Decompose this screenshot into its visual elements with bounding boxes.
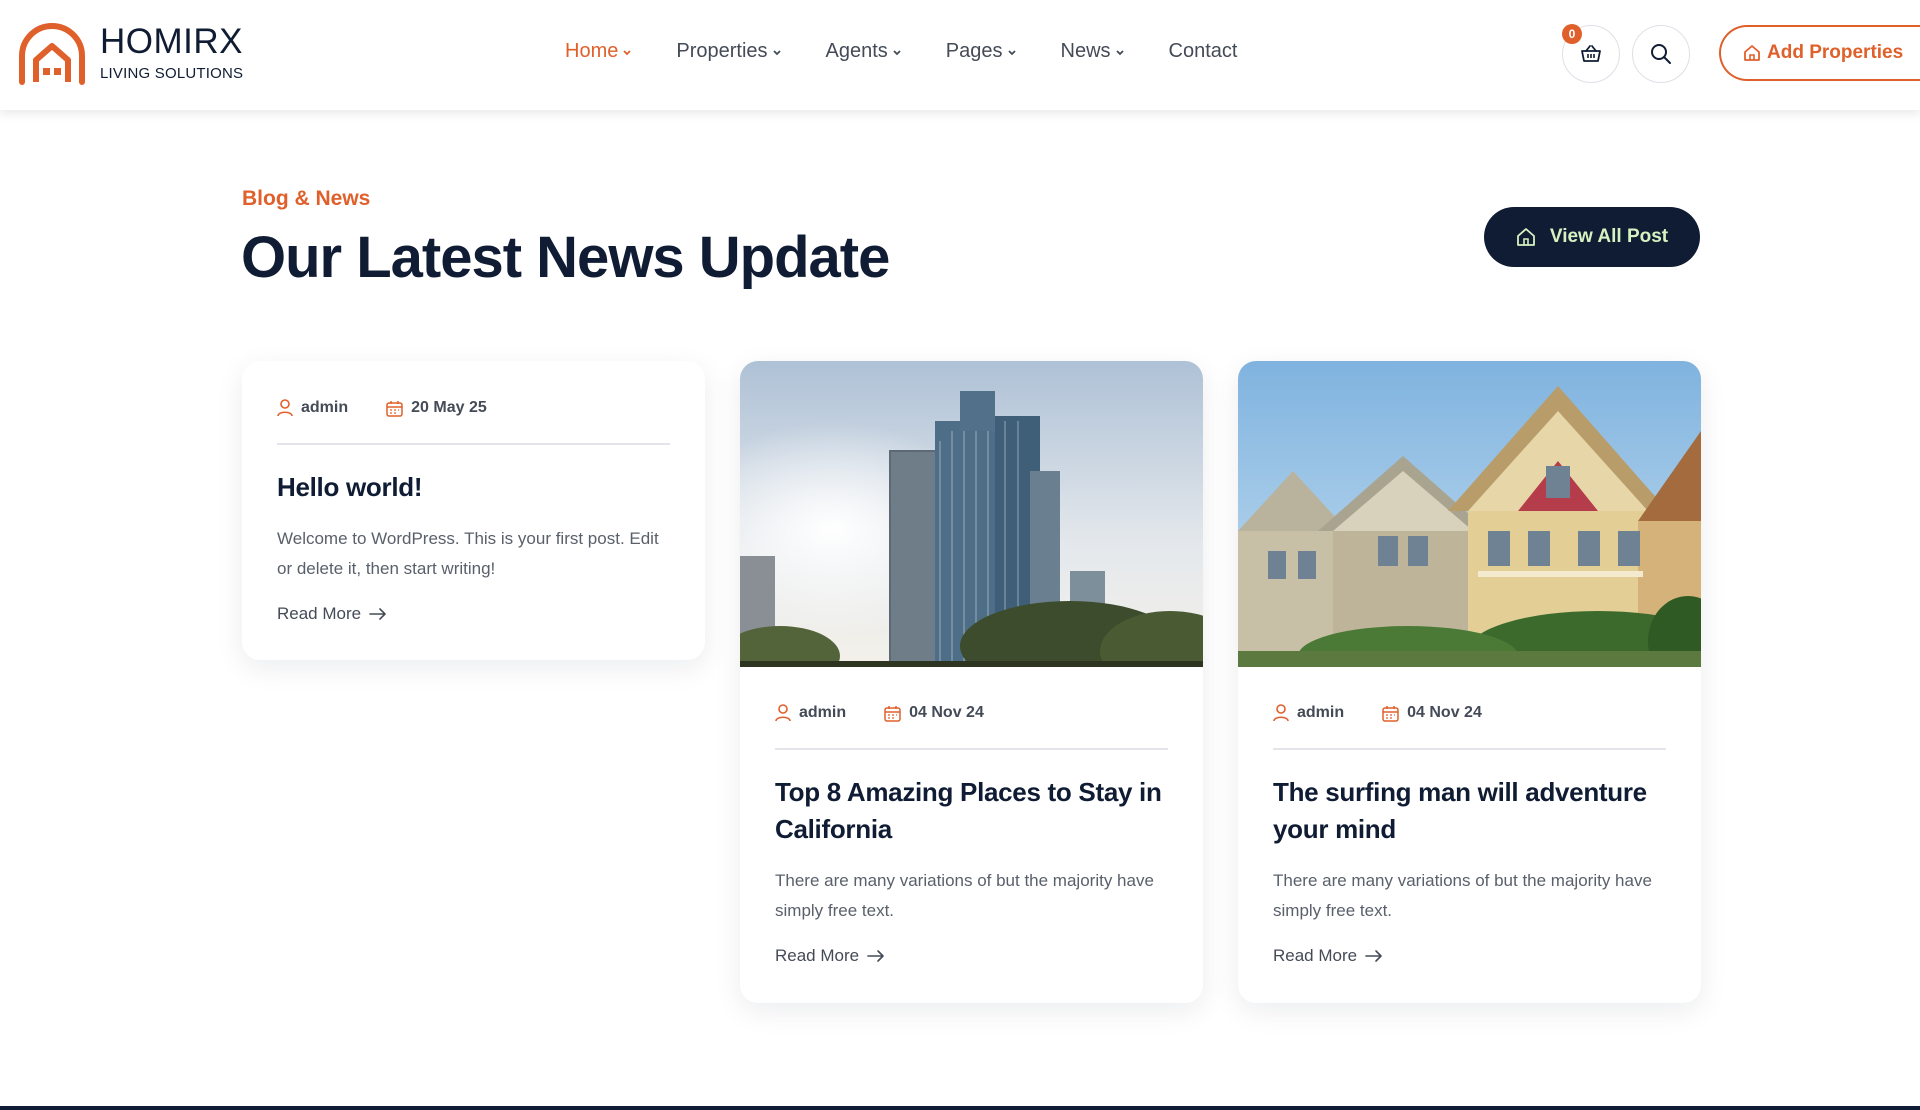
- nav-label: Home: [565, 40, 619, 62]
- card-body: admin 04 Nov 24 Top 8 Amazing Places to …: [775, 698, 1168, 966]
- view-all-post-button[interactable]: View All Post: [1484, 207, 1700, 267]
- nav-item-home[interactable]: Home: [565, 40, 632, 63]
- nav-item-news[interactable]: News: [1061, 40, 1125, 63]
- brand-tagline: LIVING SOLUTIONS: [100, 65, 244, 82]
- post-title[interactable]: The surfing man will adventure your mind: [1273, 774, 1666, 848]
- post-meta: admin 04 Nov 24: [1273, 698, 1666, 728]
- post-meta: admin 04 Nov 24: [775, 698, 1168, 728]
- read-more-link[interactable]: Read More: [277, 604, 670, 624]
- house-logo-icon: [19, 23, 85, 85]
- post-title[interactable]: Hello world!: [277, 469, 670, 506]
- card-divider: [775, 748, 1168, 750]
- city-skyscrapers-image[interactable]: [740, 361, 1203, 667]
- search-button[interactable]: [1632, 25, 1690, 83]
- site-header: HOMIRX LIVING SOLUTIONS Home Properties …: [0, 0, 1920, 110]
- card-divider: [1273, 748, 1666, 750]
- cart-button[interactable]: 0: [1562, 24, 1620, 83]
- chevron-down-icon: [772, 49, 781, 55]
- nav-label: News: [1060, 40, 1111, 62]
- post-meta: admin 20 May 25: [277, 393, 670, 423]
- read-more-label: Read More: [775, 946, 860, 965]
- chevron-down-icon: [893, 49, 901, 55]
- section-tag: Blog & News: [242, 187, 371, 210]
- calendar-icon: [1382, 705, 1399, 722]
- arrow-right-icon: [369, 608, 386, 620]
- author-name: admin: [799, 704, 847, 721]
- date-text: 20 May 25: [411, 399, 487, 416]
- chevron-down-icon: [1007, 49, 1016, 55]
- view-all-label: View All Post: [1549, 226, 1669, 247]
- post-author[interactable]: admin: [1273, 704, 1344, 722]
- add-properties-label: Add Properties: [1767, 42, 1904, 63]
- site-logo[interactable]: HOMIRX LIVING SOLUTIONS: [16, 20, 243, 86]
- chevron-down-icon: [623, 49, 631, 55]
- arrow-right-icon: [867, 950, 884, 962]
- user-icon: [1273, 704, 1289, 722]
- search-icon: [1651, 44, 1671, 64]
- arrow-right-icon: [1365, 950, 1382, 962]
- post-author[interactable]: admin: [775, 704, 846, 722]
- brand-name: HOMIRX: [100, 22, 243, 61]
- calendar-icon: [386, 400, 403, 417]
- news-card: admin 04 Nov 24 Top 8 Amazing Places to …: [740, 361, 1203, 1003]
- card-body: admin 04 Nov 24 The surfing man will adv…: [1273, 698, 1666, 966]
- card-divider: [277, 443, 670, 445]
- read-more-link[interactable]: Read More: [1273, 946, 1666, 966]
- nav-label: Contact: [1168, 40, 1238, 62]
- main-nav: Home Properties Agents Pages News Contac…: [565, 40, 1237, 63]
- post-date: 20 May 25: [386, 399, 487, 417]
- nav-item-contact[interactable]: Contact: [1169, 40, 1238, 63]
- nav-label: Agents: [825, 40, 888, 62]
- footer-edge: [0, 1106, 1920, 1110]
- read-more-label: Read More: [1273, 946, 1358, 965]
- post-title[interactable]: Top 8 Amazing Places to Stay in Californ…: [775, 774, 1168, 848]
- nav-label: Pages: [945, 40, 1003, 62]
- cart-count-badge: 0: [1562, 24, 1582, 44]
- home-icon: [1744, 45, 1760, 61]
- post-excerpt: There are many variations of but the maj…: [1273, 871, 1652, 920]
- author-name: admin: [1297, 704, 1345, 721]
- post-excerpt: There are many variations of but the maj…: [775, 871, 1154, 920]
- add-properties-button[interactable]: Add Properties: [1719, 25, 1920, 81]
- section-title: Our Latest News Update: [241, 225, 890, 290]
- date-text: 04 Nov 24: [909, 704, 984, 721]
- news-card: admin 20 May 25 Hello world! Welcome to …: [242, 361, 705, 660]
- card-body: admin 20 May 25 Hello world! Welcome to …: [277, 393, 670, 624]
- news-card: admin 04 Nov 24 The surfing man will adv…: [1238, 361, 1701, 1003]
- read-more-label: Read More: [277, 604, 362, 623]
- user-icon: [775, 704, 791, 722]
- post-date: 04 Nov 24: [1382, 704, 1482, 722]
- chevron-down-icon: [1115, 49, 1124, 55]
- post-author[interactable]: admin: [277, 399, 348, 417]
- nav-item-pages[interactable]: Pages: [946, 40, 1017, 63]
- date-text: 04 Nov 24: [1407, 704, 1482, 721]
- nav-label: Properties: [676, 40, 768, 62]
- user-icon: [277, 399, 293, 417]
- post-thumbnail: [1238, 361, 1701, 667]
- post-thumbnail: [740, 361, 1203, 667]
- post-excerpt: Welcome to WordPress. This is your first…: [277, 529, 659, 578]
- nav-item-properties[interactable]: Properties: [676, 40, 781, 63]
- post-date: 04 Nov 24: [884, 704, 984, 722]
- home-icon: [1516, 228, 1535, 246]
- calendar-icon: [884, 705, 901, 722]
- nav-item-agents[interactable]: Agents: [826, 40, 902, 63]
- basket-icon: [1581, 45, 1601, 62]
- author-name: admin: [301, 399, 349, 416]
- victorian-houses-image[interactable]: [1238, 361, 1701, 667]
- read-more-link[interactable]: Read More: [775, 946, 1168, 966]
